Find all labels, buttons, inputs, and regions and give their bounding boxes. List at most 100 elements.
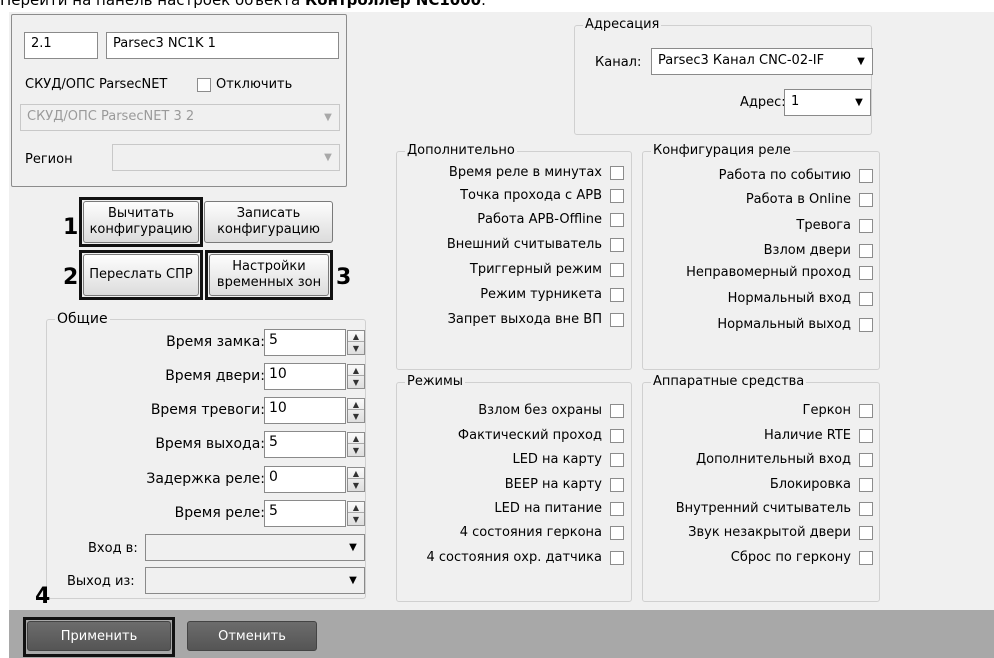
additional-row: Режим турникета: [399, 287, 624, 305]
checkbox[interactable]: [859, 429, 873, 443]
address-combo-value: 1: [791, 94, 800, 109]
modes-row: 4 состояния геркона: [399, 525, 624, 543]
lock-time-input[interactable]: 5: [264, 329, 346, 356]
address-combo[interactable]: 1 ▼: [784, 89, 871, 116]
region-combo[interactable]: ▼: [112, 144, 340, 171]
field-label: Время двери:: [165, 368, 265, 384]
field-lock-time: Время замка: 5 ▲ ▼: [9, 329, 365, 356]
object-id-field[interactable]: 2.1: [24, 32, 98, 59]
field-label: Время выхода:: [155, 436, 265, 452]
exit-combo[interactable]: ▼: [145, 567, 365, 594]
parent-label: СКУД/ОПС ParsecNET: [25, 77, 168, 92]
checkbox[interactable]: [610, 213, 624, 227]
addressing-group: Адресация: [574, 17, 872, 135]
checkbox[interactable]: [610, 551, 624, 565]
hardware-row: Блокировка: [645, 477, 873, 495]
chevron-down-icon: ▼: [349, 575, 357, 586]
checkbox[interactable]: [610, 478, 624, 492]
checkbox[interactable]: [859, 502, 873, 516]
exit-label: Выход из:: [67, 574, 135, 589]
relay-row: Неправомерный проход: [645, 265, 873, 283]
relay-row: Тревога: [645, 218, 873, 236]
checkbox[interactable]: [859, 551, 873, 565]
modes-title: Режимы: [405, 374, 466, 390]
checkbox[interactable]: [859, 526, 873, 540]
chevron-down-icon: ▼: [324, 112, 332, 123]
relay-row: Работа по событию: [645, 168, 873, 186]
checkbox[interactable]: [610, 429, 624, 443]
checkbox[interactable]: [859, 404, 873, 418]
send-spr-button[interactable]: Переслать СПР: [83, 254, 199, 296]
checkbox[interactable]: [610, 404, 624, 418]
chevron-down-icon: ▼: [857, 56, 865, 67]
checkbox[interactable]: [610, 189, 624, 203]
spin-arrows-icon[interactable]: ▲ ▼: [347, 467, 365, 492]
modes-row: 4 состояния охр. датчика: [399, 550, 624, 568]
checkbox[interactable]: [610, 263, 624, 277]
entry-label: Вход в:: [88, 541, 138, 556]
checkbox[interactable]: [610, 502, 624, 516]
modes-row: LED на карту: [399, 452, 624, 470]
write-config-button[interactable]: Записать конфигурацию: [204, 201, 333, 243]
checkbox[interactable]: [859, 244, 873, 258]
additional-row: Время реле в минутах: [399, 165, 624, 183]
checkbox[interactable]: [859, 292, 873, 306]
modes-row: BEEP на карту: [399, 477, 624, 495]
relay-row: Нормальный выход: [645, 317, 873, 335]
parent-combo[interactable]: СКУД/ОПС ParsecNET 3 2 ▼: [20, 104, 340, 131]
spin-arrows-icon[interactable]: ▲ ▼: [347, 398, 365, 423]
additional-row: Триггерный режим: [399, 262, 624, 280]
apply-button[interactable]: Применить: [27, 621, 171, 651]
checkbox[interactable]: [859, 169, 873, 183]
relay-row: Работа в Online: [645, 192, 873, 210]
channel-combo-value: Parsec3 Канал CNC-02-IF: [658, 53, 825, 68]
spin-arrows-icon[interactable]: ▲ ▼: [347, 432, 365, 457]
checkbox[interactable]: [859, 318, 873, 332]
additional-title: Дополнительно: [405, 143, 517, 159]
hardware-row: Внутренний считыватель: [645, 501, 873, 519]
checkbox[interactable]: [859, 266, 873, 280]
checkbox[interactable]: [610, 288, 624, 302]
checkbox[interactable]: [610, 453, 624, 467]
alarm-time-input[interactable]: 10: [264, 397, 346, 424]
checkbox[interactable]: [859, 453, 873, 467]
spin-arrows-icon[interactable]: ▲ ▼: [347, 330, 365, 355]
cancel-button[interactable]: Отменить: [187, 621, 317, 651]
channel-combo[interactable]: Parsec3 Канал CNC-02-IF ▼: [651, 48, 873, 75]
checkbox[interactable]: [859, 478, 873, 492]
checkbox[interactable]: [610, 238, 624, 252]
hardware-row: Наличие RTE: [645, 428, 873, 446]
checkbox[interactable]: [610, 313, 624, 327]
entry-combo[interactable]: ▼: [145, 534, 365, 561]
disable-checkbox[interactable]: [197, 78, 211, 92]
door-time-input[interactable]: 10: [264, 363, 346, 390]
relay-delay-input[interactable]: 0: [264, 466, 346, 493]
read-config-button[interactable]: Вычитать конфигурацию: [83, 201, 199, 243]
relay-time-input[interactable]: 5: [264, 500, 346, 527]
chevron-down-icon: ▼: [349, 542, 357, 553]
checkbox[interactable]: [610, 526, 624, 540]
time-zones-button[interactable]: Настройки временных зон: [209, 254, 329, 296]
additional-group: Дополнительно: [396, 143, 632, 370]
relay-title: Конфигурация реле: [651, 143, 793, 159]
marker-2: 2: [63, 265, 79, 290]
exit-time-input[interactable]: 5: [264, 431, 346, 458]
field-label: Время реле:: [174, 505, 265, 521]
field-relay-delay: Задержка реле: 0 ▲ ▼: [9, 466, 365, 493]
settings-panel: 2.1 Parsec3 NC1K 1 СКУД/ОПС ParsecNET От…: [9, 12, 994, 658]
marker-1: 1: [63, 215, 79, 240]
checkbox[interactable]: [859, 193, 873, 207]
marker-3: 3: [336, 265, 352, 290]
general-title: Общие: [55, 311, 110, 327]
additional-row: Внешний считыватель: [399, 237, 624, 255]
disable-label: Отключить: [216, 77, 293, 92]
field-door-time: Время двери: 10 ▲ ▼: [9, 363, 365, 390]
addressing-title: Адресация: [583, 17, 662, 33]
spin-arrows-icon[interactable]: ▲ ▼: [347, 364, 365, 389]
hardware-row: Сброс по геркону: [645, 550, 873, 568]
object-name-field[interactable]: Parsec3 NC1K 1: [106, 32, 339, 59]
spin-arrows-icon[interactable]: ▲ ▼: [347, 501, 365, 526]
hardware-title: Аппаратные средства: [651, 374, 807, 390]
checkbox[interactable]: [610, 166, 624, 180]
checkbox[interactable]: [859, 219, 873, 233]
